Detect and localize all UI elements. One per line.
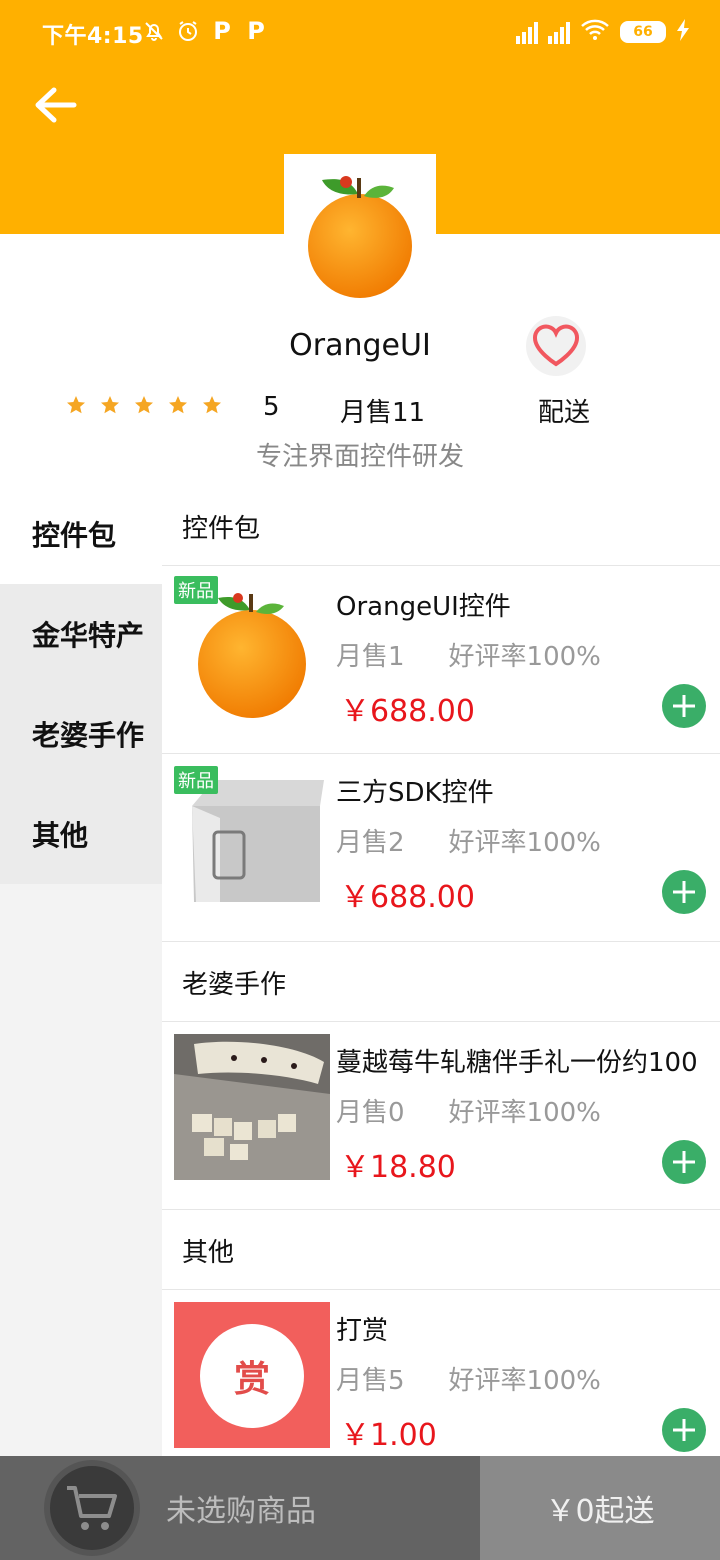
alarm-icon — [176, 18, 200, 44]
new-badge: 新品 — [174, 766, 218, 794]
favorite-heart-icon[interactable] — [526, 316, 586, 376]
product-name: OrangeUI控件 — [336, 592, 511, 622]
product-price: ￥18.80 — [340, 1150, 456, 1185]
rating-value: 5 — [263, 392, 280, 422]
status-bar: 下午4:15 P P 66 — [0, 0, 720, 68]
store-monthly-sales: 月售11 — [340, 398, 426, 428]
product-rating: 好评率100% — [448, 1098, 601, 1128]
shopping-cart-icon — [67, 1486, 117, 1530]
product-item[interactable]: 新品 OrangeUI控件 月售1 好评率100% ￥688.00 — [162, 566, 720, 754]
delivery-label: 配送 — [538, 398, 591, 428]
star-icon — [101, 396, 119, 414]
add-to-cart-button[interactable] — [662, 870, 706, 914]
product-rating: 好评率100% — [448, 642, 601, 672]
store-slogan: 专注界面控件研发 — [255, 442, 464, 472]
product-sales: 月售5 — [336, 1366, 405, 1396]
store-logo — [284, 154, 436, 306]
p-app-icon: P — [247, 17, 265, 45]
hd-signal-icon — [516, 20, 538, 44]
divider — [162, 941, 720, 942]
product-rating: 好评率100% — [448, 828, 601, 858]
plus-icon — [673, 1419, 695, 1441]
reward-badge: 赏 — [200, 1324, 304, 1428]
sidebar-item-label: 金华特产 — [32, 619, 145, 652]
product-image — [174, 1034, 330, 1180]
add-to-cart-button[interactable] — [662, 1408, 706, 1452]
product-item[interactable]: 新品 三方SDK控件 月售2 好评率100% ￥688.00 — [162, 754, 720, 942]
product-item[interactable]: 赏 打赏 月售5 好评率100% ￥1.00 — [162, 1290, 720, 1456]
sidebar-item-label: 老婆手作 — [32, 719, 145, 752]
product-name: 三方SDK控件 — [336, 778, 494, 808]
product-price: ￥1.00 — [340, 1418, 437, 1453]
sidebar-item-controls[interactable]: 控件包 — [0, 484, 162, 584]
store-name: OrangeUI — [289, 328, 431, 363]
sidebar-item-other[interactable]: 其他 — [0, 784, 162, 884]
section-title: 其他 — [182, 1238, 235, 1268]
product-sales: 月售2 — [336, 828, 405, 858]
wifi-icon — [580, 18, 610, 46]
product-price: ￥688.00 — [340, 880, 475, 915]
bell-muted-icon — [142, 18, 166, 44]
product-sales: 月售0 — [336, 1098, 405, 1128]
product-image: 新品 — [174, 766, 330, 912]
rating-stars — [66, 395, 222, 415]
star-icon — [169, 396, 187, 414]
plus-icon — [673, 881, 695, 903]
back-arrow-icon[interactable] — [30, 84, 80, 126]
signal-icon — [548, 20, 570, 44]
category-sidebar: 控件包 金华特产 老婆手作 其他 — [0, 484, 162, 1456]
product-meta: 月售1 好评率100% — [336, 636, 601, 673]
status-right-icons: 66 — [516, 18, 690, 46]
checkout-button[interactable]: ￥0起送 — [480, 1456, 720, 1560]
product-name: 打赏 — [336, 1316, 389, 1346]
section-title: 老婆手作 — [182, 970, 287, 1000]
product-sales: 月售1 — [336, 642, 405, 672]
new-badge: 新品 — [174, 576, 218, 604]
sidebar-item-label: 其他 — [32, 819, 89, 852]
add-to-cart-button[interactable] — [662, 1140, 706, 1184]
cart-empty-text: 未选购商品 — [166, 1494, 316, 1529]
sidebar-item-label: 控件包 — [32, 519, 117, 552]
status-time: 下午4:15 — [42, 24, 144, 49]
p-app-icon: P — [213, 17, 231, 45]
section-title: 控件包 — [182, 514, 261, 544]
plus-icon — [673, 1151, 695, 1173]
product-meta: 月售2 好评率100% — [336, 822, 601, 859]
product-image: 赏 — [174, 1302, 330, 1448]
charging-icon — [676, 19, 690, 45]
sidebar-item-jinhua[interactable]: 金华特产 — [0, 584, 162, 684]
sidebar-item-handmade[interactable]: 老婆手作 — [0, 684, 162, 784]
product-meta: 月售5 好评率100% — [336, 1360, 601, 1397]
add-to-cart-button[interactable] — [662, 684, 706, 728]
product-rating: 好评率100% — [448, 1366, 601, 1396]
product-meta: 月售0 好评率100% — [336, 1092, 601, 1129]
product-price: ￥688.00 — [340, 694, 475, 729]
star-icon — [67, 396, 85, 414]
star-icon — [135, 396, 153, 414]
screen: 下午4:15 P P 66 OrangeUI 5 月售11 配送 专注界面控件研… — [0, 0, 720, 1560]
divider — [162, 1209, 720, 1210]
product-image: 新品 — [174, 576, 330, 722]
status-left-icons: P P — [142, 17, 268, 45]
product-list: 控件包 新品 OrangeUI控件 月售1 好评率100% ￥688.00 新品… — [162, 484, 720, 1456]
plus-icon — [673, 695, 695, 717]
star-icon — [203, 396, 221, 414]
cart-button[interactable] — [44, 1460, 140, 1556]
battery-icon: 66 — [620, 21, 666, 43]
product-name: 蔓越莓牛轧糖伴手礼一份约100 — [336, 1048, 698, 1078]
product-item[interactable]: 蔓越莓牛轧糖伴手礼一份约100 月售0 好评率100% ￥18.80 — [162, 1022, 720, 1210]
